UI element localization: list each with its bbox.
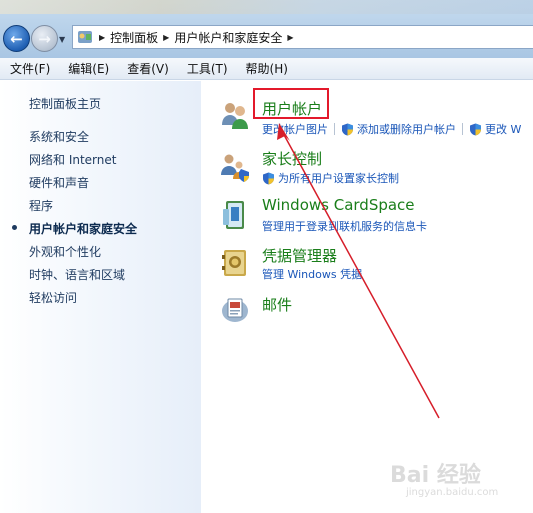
cardspace-icon[interactable]: [219, 199, 251, 231]
user-accounts-icon[interactable]: [219, 99, 251, 131]
menu-view[interactable]: 查看(V): [117, 60, 177, 77]
category-mail[interactable]: 邮件: [262, 294, 292, 315]
menu-bar: 文件(F) 编辑(E) 查看(V) 工具(T) 帮助(H): [0, 58, 533, 80]
parental-controls-icon[interactable]: [219, 151, 251, 183]
link-add-remove-accounts[interactable]: 添加或删除用户帐户: [357, 121, 456, 137]
nav-network-internet[interactable]: 网络和 Internet: [29, 151, 116, 168]
watermark-logo-text: Bai 经验: [390, 463, 481, 488]
link-manage-windows-credentials[interactable]: 管理 Windows 凭据: [262, 266, 362, 282]
back-button[interactable]: ←: [3, 25, 30, 52]
menu-help[interactable]: 帮助(H): [236, 60, 296, 77]
nav-ease-of-access[interactable]: 轻松访问: [29, 289, 77, 306]
watermark: Bai 经验 jingyan.baidu.com: [384, 455, 530, 507]
link-manage-info-cards[interactable]: 管理用于登录到联机服务的信息卡: [262, 218, 427, 234]
current-page-bullet-icon: [12, 225, 17, 230]
nav-control-panel-home[interactable]: 控制面板主页: [29, 95, 101, 112]
uac-shield-icon: [342, 123, 353, 135]
category-cardspace[interactable]: Windows CardSpace: [262, 196, 415, 214]
menu-tools[interactable]: 工具(T): [177, 60, 236, 77]
mail-icon[interactable]: [219, 293, 251, 325]
link-change-windows-password[interactable]: 更改 W: [485, 121, 521, 137]
nav-appearance[interactable]: 外观和个性化: [29, 243, 101, 260]
breadcrumb-separator-icon[interactable]: ▶: [99, 33, 105, 42]
nav-user-accounts-family[interactable]: 用户帐户和家庭安全: [29, 220, 137, 237]
breadcrumb[interactable]: ▶ 控制面板 ▶ 用户帐户和家庭安全 ▶: [72, 25, 533, 49]
forward-arrow-icon: →: [38, 29, 51, 48]
menu-edit[interactable]: 编辑(E): [58, 60, 117, 77]
watermark-url: jingyan.baidu.com: [406, 487, 499, 498]
menu-file[interactable]: 文件(F): [0, 60, 58, 77]
address-bar: ← → ▼ ▶ 控制面板 ▶ 用户帐户和家庭安全 ▶: [0, 0, 533, 58]
uac-shield-icon: [263, 172, 274, 184]
nav-clock-language-region[interactable]: 时钟、语言和区域: [29, 266, 125, 283]
link-setup-parental-controls[interactable]: 为所有用户设置家长控制: [278, 170, 399, 186]
nav-system-security[interactable]: 系统和安全: [29, 128, 89, 145]
highlight-box: [253, 88, 329, 119]
left-nav-pane: 控制面板主页 系统和安全 网络和 Internet 硬件和声音 程序 用户帐户和…: [0, 81, 201, 513]
breadcrumb-item[interactable]: 用户帐户和家庭安全: [174, 29, 282, 46]
uac-shield-icon: [470, 123, 481, 135]
credential-manager-icon[interactable]: [219, 246, 251, 278]
nav-hardware-sound[interactable]: 硬件和声音: [29, 174, 89, 191]
recent-pages-dropdown[interactable]: ▼: [59, 35, 65, 44]
category-parental-controls[interactable]: 家长控制: [262, 148, 322, 169]
nav-programs[interactable]: 程序: [29, 197, 53, 214]
link-divider: [462, 123, 463, 135]
control-panel-icon: [76, 28, 94, 46]
breadcrumb-separator-icon[interactable]: ▶: [287, 33, 293, 42]
link-divider: [334, 123, 335, 135]
chevron-down-icon: ▼: [59, 35, 66, 44]
main-pane: 用户帐户 更改帐户图片 添加或删除用户帐户 更改 W 家长控制 为所有用户设置家…: [201, 81, 533, 513]
forward-button[interactable]: →: [31, 25, 58, 52]
category-credential-manager[interactable]: 凭据管理器: [262, 245, 337, 266]
link-change-account-picture[interactable]: 更改帐户图片: [262, 121, 328, 137]
back-arrow-icon: ←: [10, 29, 23, 48]
breadcrumb-separator-icon[interactable]: ▶: [163, 33, 169, 42]
breadcrumb-item[interactable]: 控制面板: [110, 29, 158, 46]
